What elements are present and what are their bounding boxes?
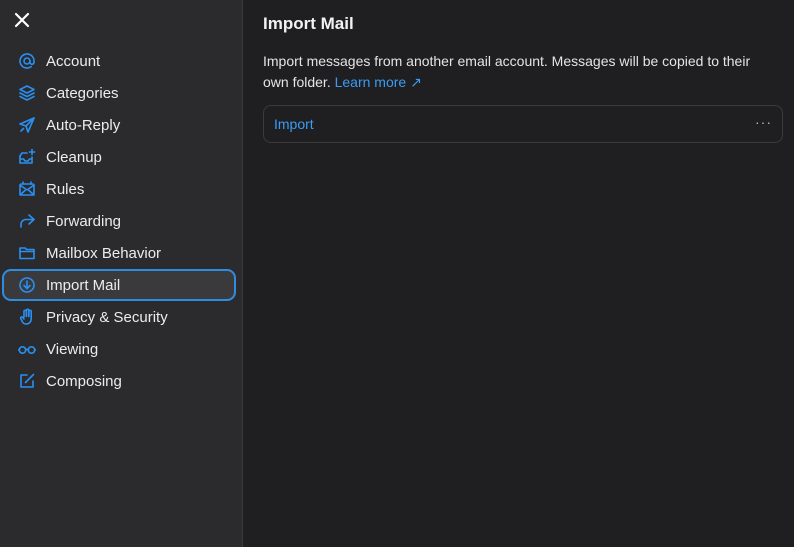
sidebar-item-label: Categories xyxy=(46,84,119,102)
sidebar-item-import-mail[interactable]: Import Mail xyxy=(2,269,236,301)
settings-window: Account Categories Auto-Reply Cleanup Ru… xyxy=(0,0,794,547)
sidebar-item-label: Viewing xyxy=(46,340,99,358)
compose-icon xyxy=(17,371,37,391)
forward-arrow-icon xyxy=(17,211,37,231)
sidebar: Account Categories Auto-Reply Cleanup Ru… xyxy=(0,0,243,547)
sidebar-item-viewing[interactable]: Viewing xyxy=(2,333,236,365)
sidebar-item-label: Composing xyxy=(46,372,122,390)
sidebar-item-label: Rules xyxy=(46,180,85,198)
sidebar-item-composing[interactable]: Composing xyxy=(2,365,236,397)
folder-icon xyxy=(17,243,37,263)
page-title: Import Mail xyxy=(263,14,354,33)
sidebar-item-label: Forwarding xyxy=(46,212,122,230)
layers-icon xyxy=(17,83,37,103)
close-button[interactable] xyxy=(12,10,32,30)
import-button[interactable]: Import xyxy=(274,116,314,132)
page-description: Import messages from another email accou… xyxy=(263,51,768,93)
import-row: Import ··· xyxy=(263,105,783,143)
more-options-button[interactable]: ··· xyxy=(755,115,772,133)
sidebar-item-mailbox-behavior[interactable]: Mailbox Behavior xyxy=(2,237,236,269)
sidebar-item-label: Privacy & Security xyxy=(46,308,168,326)
sidebar-item-label: Auto-Reply xyxy=(46,116,121,134)
sidebar-item-label: Cleanup xyxy=(46,148,102,166)
inbox-sparkle-icon xyxy=(17,147,37,167)
sidebar-item-rules[interactable]: Rules xyxy=(2,173,236,205)
sidebar-item-cleanup[interactable]: Cleanup xyxy=(2,141,236,173)
hand-icon xyxy=(17,307,37,327)
sidebar-item-account[interactable]: Account xyxy=(2,45,236,77)
sidebar-item-privacy-security[interactable]: Privacy & Security xyxy=(2,301,236,333)
learn-more-link[interactable]: Learn more ↗ xyxy=(335,74,422,90)
main-content: Import Mail Import messages from another… xyxy=(243,0,794,547)
settings-nav: Account Categories Auto-Reply Cleanup Ru… xyxy=(2,45,236,397)
at-icon xyxy=(17,51,37,71)
mail-rules-icon xyxy=(17,179,37,199)
paper-plane-icon xyxy=(17,115,37,135)
sidebar-item-categories[interactable]: Categories xyxy=(2,77,236,109)
sidebar-item-auto-reply[interactable]: Auto-Reply xyxy=(2,109,236,141)
glasses-icon xyxy=(17,339,37,359)
download-circle-icon xyxy=(17,275,37,295)
sidebar-item-forwarding[interactable]: Forwarding xyxy=(2,205,236,237)
sidebar-item-label: Mailbox Behavior xyxy=(46,244,162,262)
close-icon xyxy=(14,12,30,28)
sidebar-item-label: Account xyxy=(46,52,101,70)
sidebar-item-label: Import Mail xyxy=(46,276,121,294)
